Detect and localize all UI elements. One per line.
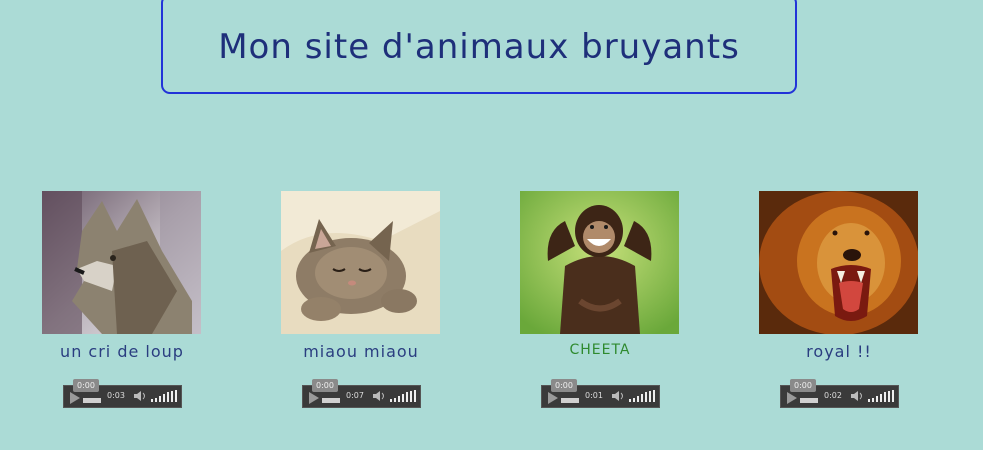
seek-bar[interactable]	[83, 398, 101, 403]
duration-label: 0:07	[346, 391, 364, 400]
kitten-caption: miaou miaou	[303, 342, 419, 361]
kitten-audio-player[interactable]: 0:00 0:07	[302, 379, 421, 408]
volume-level-icon[interactable]	[151, 390, 177, 402]
animal-card-chimp: CHEETA 0:00 0:01	[520, 191, 680, 408]
animal-card-lion: royal !! 0:00 0:02	[759, 191, 919, 408]
lion-audio-player[interactable]: 0:00 0:02	[780, 379, 899, 408]
chimp-audio-player[interactable]: 0:00 0:01	[541, 379, 660, 408]
duration-label: 0:03	[107, 391, 125, 400]
wolf-audio-player[interactable]: 0:00 0:03	[63, 379, 182, 408]
wolf-photo	[42, 191, 201, 334]
chimp-caption: CHEETA	[569, 342, 631, 358]
time-tooltip: 0:00	[790, 379, 816, 392]
animal-card-wolf: un cri de loup 0:00 0:03	[42, 191, 202, 408]
wolf-caption: un cri de loup	[60, 342, 184, 361]
time-tooltip: 0:00	[551, 379, 577, 392]
volume-icon[interactable]	[133, 390, 147, 402]
lion-photo	[759, 191, 918, 334]
volume-level-icon[interactable]	[868, 390, 894, 402]
animal-card-kitten: miaou miaou 0:00 0:07	[281, 191, 441, 408]
seek-bar[interactable]	[561, 398, 579, 403]
time-tooltip: 0:00	[312, 379, 338, 392]
title-box: Mon site d'animaux bruyants	[161, 0, 797, 94]
chimp-photo	[520, 191, 679, 334]
play-icon[interactable]	[70, 392, 80, 404]
play-icon[interactable]	[309, 392, 319, 404]
volume-level-icon[interactable]	[629, 390, 655, 402]
seek-bar[interactable]	[322, 398, 340, 403]
volume-icon[interactable]	[850, 390, 864, 402]
page-title: Mon site d'animaux bruyants	[218, 27, 740, 67]
seek-bar[interactable]	[800, 398, 818, 403]
play-icon[interactable]	[787, 392, 797, 404]
volume-level-icon[interactable]	[390, 390, 416, 402]
time-tooltip: 0:00	[73, 379, 99, 392]
play-icon[interactable]	[548, 392, 558, 404]
volume-icon[interactable]	[372, 390, 386, 402]
volume-icon[interactable]	[611, 390, 625, 402]
lion-caption: royal !!	[806, 342, 872, 361]
duration-label: 0:02	[824, 391, 842, 400]
duration-label: 0:01	[585, 391, 603, 400]
kitten-photo	[281, 191, 440, 334]
